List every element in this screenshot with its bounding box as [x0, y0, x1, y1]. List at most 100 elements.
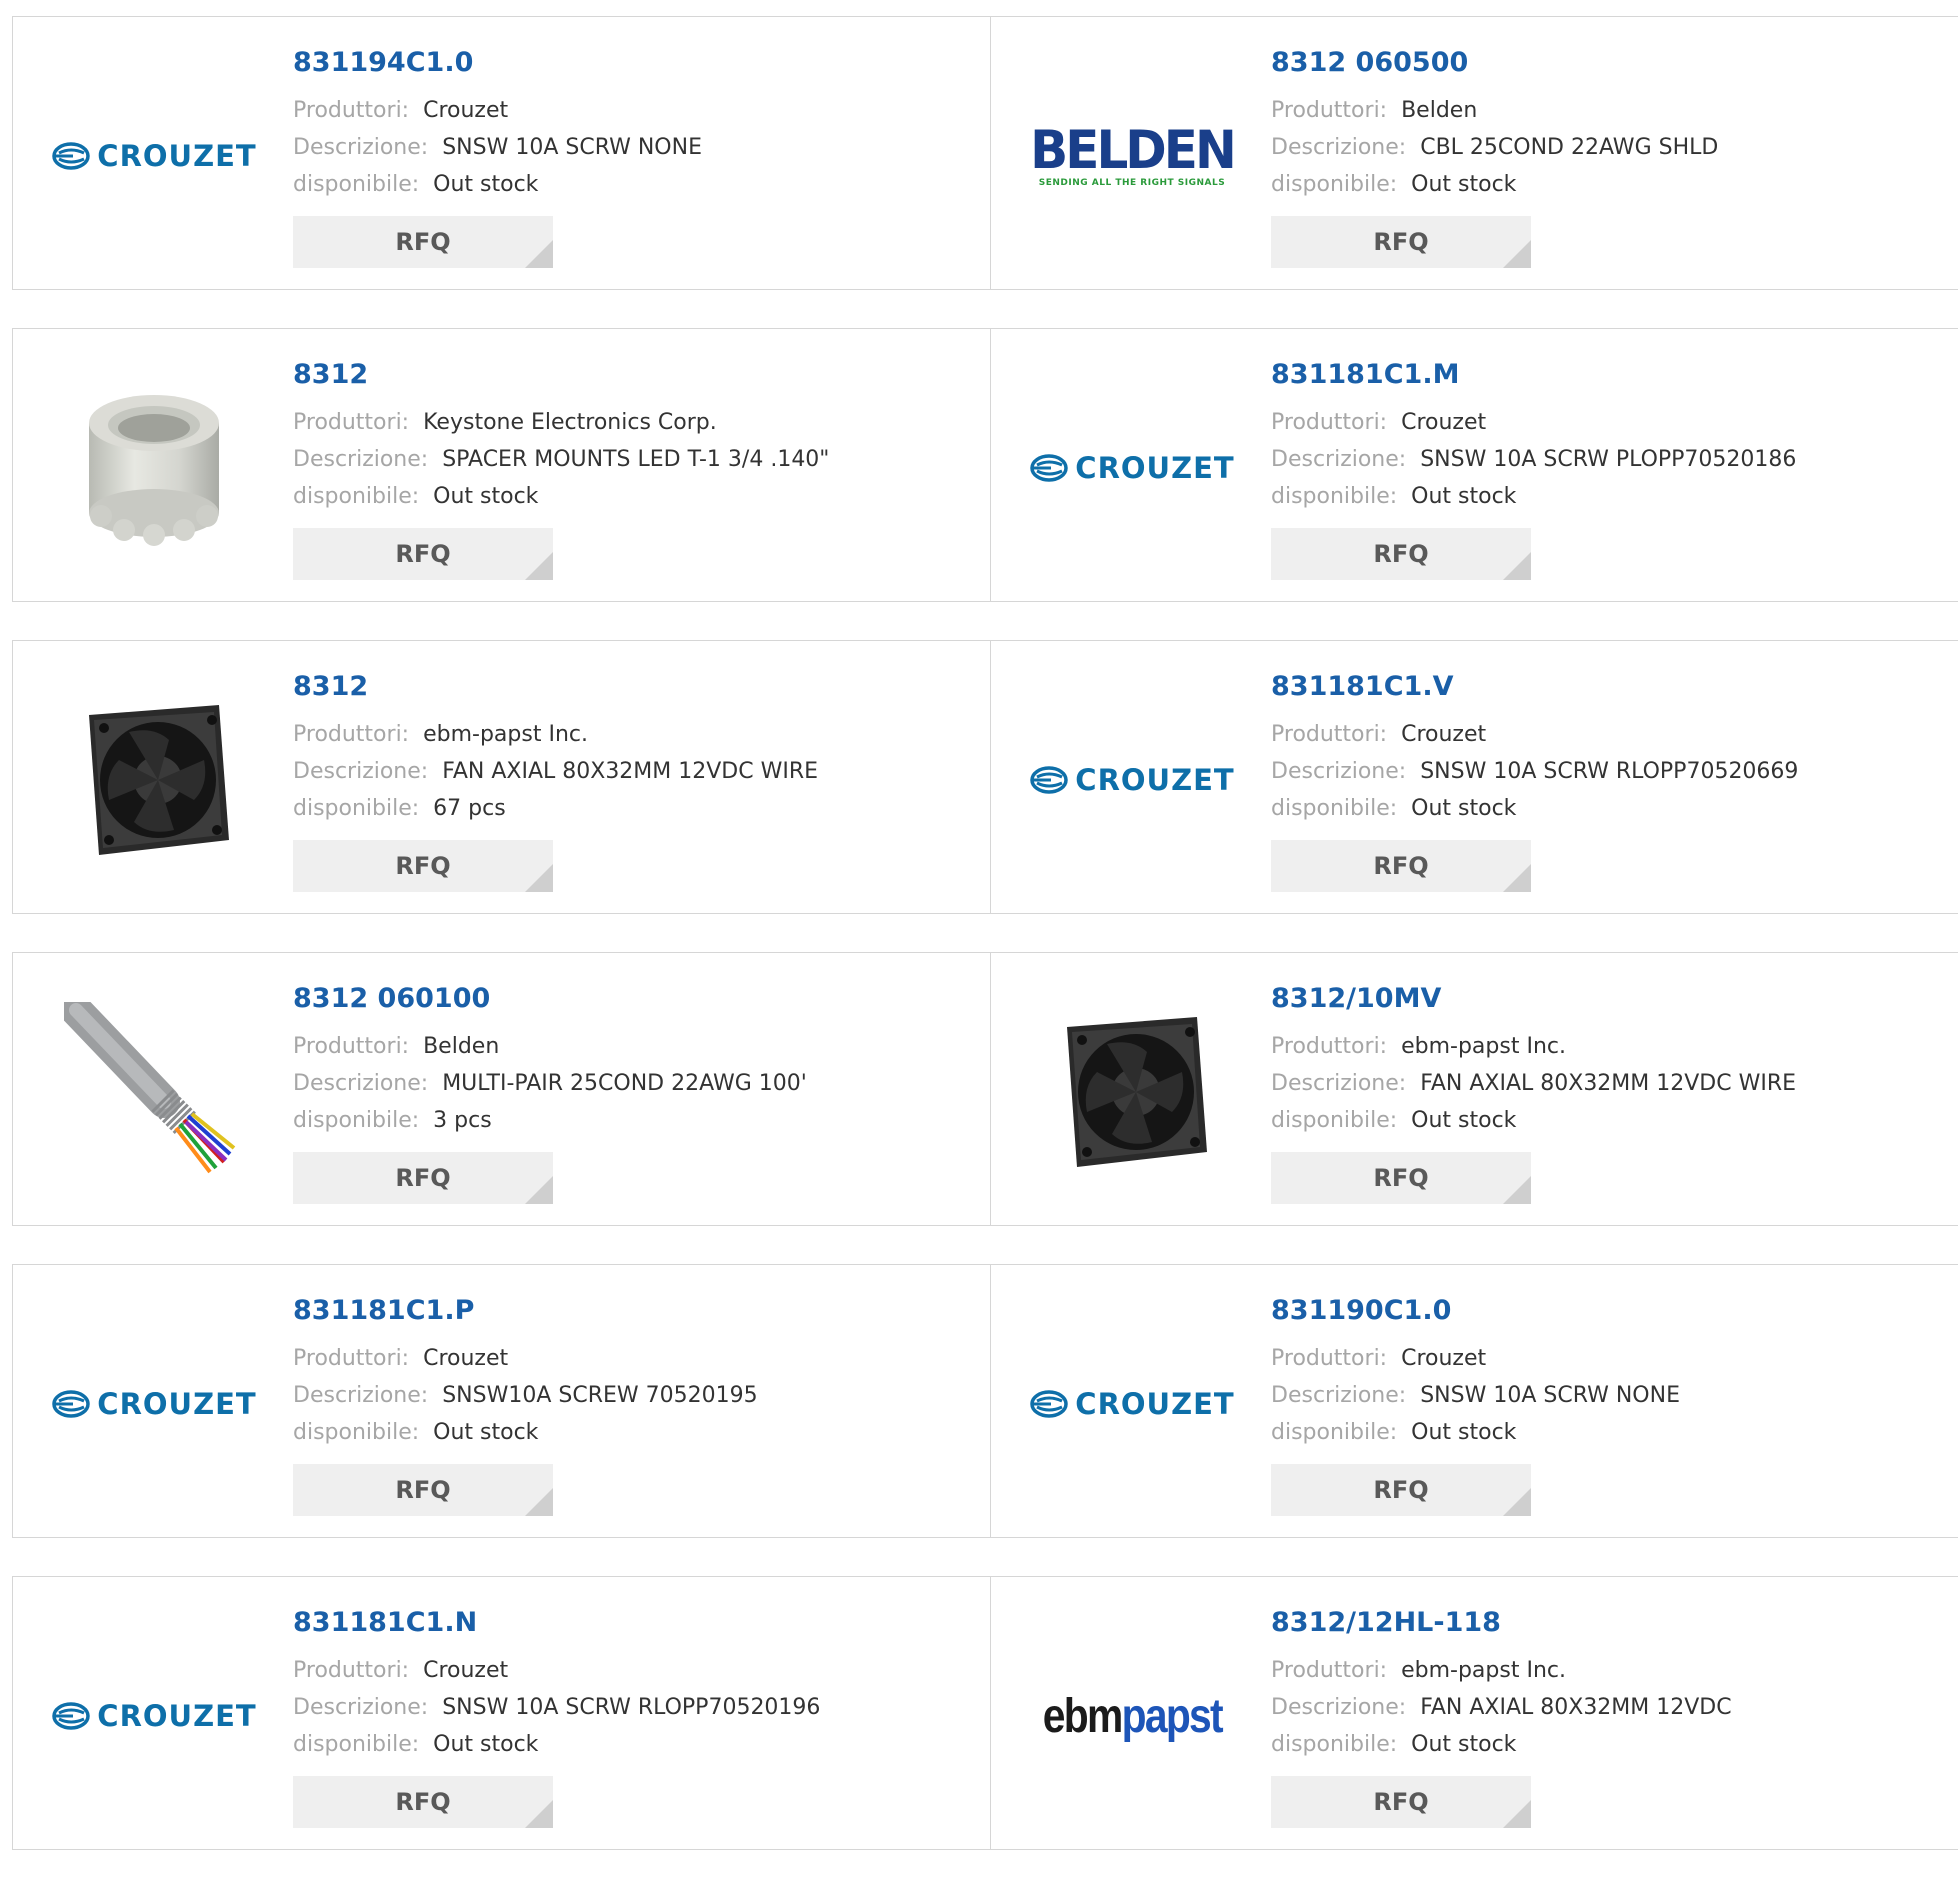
- crouzet-mark-icon: [52, 142, 91, 170]
- product-row: CROUZET 831194C1.0 Produttori: Crouzet De…: [12, 16, 1958, 292]
- availability-value: Out stock: [1411, 172, 1517, 197]
- product-thumbnail[interactable]: [51, 677, 257, 883]
- description-value: FAN AXIAL 80X32MM 12VDC: [1420, 1695, 1732, 1720]
- part-number-link[interactable]: 831181C1.V: [1271, 671, 1798, 703]
- product-info: 8312/12HL-118 Produttori: ebm-papst Inc. …: [1271, 1607, 1732, 1828]
- manufacturer-row: Produttori: ebm-papst Inc.: [1271, 1652, 1732, 1689]
- crouzet-logo: CROUZET: [1029, 763, 1234, 797]
- description-row: Descrizione: FAN AXIAL 80X32MM 12VDC WIRE: [293, 753, 818, 790]
- product-info: 831190C1.0 Produttori: Crouzet Descrizion…: [1271, 1295, 1680, 1516]
- product-thumbnail[interactable]: BELDEN SENDING ALL THE RIGHT SIGNALS: [1029, 53, 1237, 259]
- availability-value: Out stock: [1411, 796, 1517, 821]
- description-label: Descrizione:: [293, 1071, 429, 1096]
- product-card: CROUZET 831181C1.P Produttori: Crouzet De…: [12, 1264, 991, 1538]
- manufacturer-row: Produttori: ebm-papst Inc.: [1271, 1028, 1796, 1065]
- part-number-link[interactable]: 831194C1.0: [293, 47, 702, 79]
- belden-logo-text: BELDEN: [1030, 119, 1237, 181]
- product-info: 8312/10MV Produttori: ebm-papst Inc. Desc…: [1271, 983, 1796, 1204]
- description-row: Descrizione: SNSW 10A SCRW NONE: [1271, 1377, 1680, 1414]
- description-value: SNSW 10A SCRW NONE: [1420, 1383, 1680, 1408]
- crouzet-logo-text: CROUZET: [97, 1387, 257, 1421]
- rfq-button[interactable]: RFQ: [1271, 216, 1531, 268]
- crouzet-mark-icon: [52, 1390, 91, 1418]
- description-row: Descrizione: SNSW 10A SCRW RLOPP70520196: [293, 1689, 820, 1726]
- rfq-corner-decoration: [1503, 864, 1531, 892]
- rfq-button[interactable]: RFQ: [293, 1152, 553, 1204]
- part-number-link[interactable]: 831190C1.0: [1271, 1295, 1680, 1327]
- description-value: FAN AXIAL 80X32MM 12VDC WIRE: [1420, 1071, 1797, 1096]
- part-number-link[interactable]: 831181C1.P: [293, 1295, 758, 1327]
- ebmpapst-logo: ebmpapst: [1042, 1689, 1223, 1744]
- product-thumbnail[interactable]: CROUZET: [1029, 677, 1235, 883]
- product-thumbnail[interactable]: [1029, 989, 1235, 1195]
- cable-photo: [64, 1002, 236, 1174]
- product-row: 8312 Produttori: Keystone Electronics Cor…: [12, 328, 1958, 604]
- manufacturer-row: Produttori: Crouzet: [293, 1652, 820, 1689]
- availability-value: Out stock: [1411, 1108, 1517, 1133]
- part-number-link[interactable]: 8312: [293, 671, 818, 703]
- product-card: 8312/10MV Produttori: ebm-papst Inc. Desc…: [990, 952, 1958, 1226]
- rfq-button[interactable]: RFQ: [1271, 1776, 1531, 1828]
- part-number-link[interactable]: 8312: [293, 359, 829, 391]
- availability-label: disponibile:: [1271, 1732, 1398, 1757]
- product-card: CROUZET 831181C1.V Produttori: Crouzet De…: [990, 640, 1958, 914]
- manufacturer-value: Crouzet: [423, 1658, 509, 1683]
- ebm-logo-text: ebm: [1042, 1689, 1122, 1743]
- part-number-link[interactable]: 8312 060100: [293, 983, 807, 1015]
- product-thumbnail[interactable]: CROUZET: [51, 1613, 257, 1819]
- rfq-button[interactable]: RFQ: [1271, 528, 1531, 580]
- rfq-corner-decoration: [1503, 1800, 1531, 1828]
- product-grid: CROUZET 831194C1.0 Produttori: Crouzet De…: [12, 16, 1958, 1888]
- availability-label: disponibile:: [293, 1732, 420, 1757]
- rfq-button[interactable]: RFQ: [1271, 1464, 1531, 1516]
- product-thumbnail[interactable]: CROUZET: [51, 53, 257, 259]
- manufacturer-row: Produttori: Crouzet: [1271, 1340, 1680, 1377]
- part-number-link[interactable]: 8312 060500: [1271, 47, 1718, 79]
- rfq-corner-decoration: [525, 1488, 553, 1516]
- rfq-button[interactable]: RFQ: [293, 840, 553, 892]
- rfq-button[interactable]: RFQ: [1271, 840, 1531, 892]
- product-thumbnail[interactable]: ebmpapst: [1029, 1613, 1235, 1819]
- product-thumbnail[interactable]: [51, 989, 257, 1195]
- product-thumbnail[interactable]: [51, 365, 257, 571]
- rfq-label: RFQ: [395, 228, 451, 256]
- manufacturer-value: Keystone Electronics Corp.: [423, 410, 717, 435]
- product-thumbnail[interactable]: CROUZET: [51, 1301, 257, 1507]
- product-info: 831181C1.M Produttori: Crouzet Descrizion…: [1271, 359, 1796, 580]
- rfq-button[interactable]: RFQ: [293, 1464, 553, 1516]
- papst-logo-text: papst: [1121, 1689, 1223, 1743]
- manufacturer-value: ebm-papst Inc.: [1401, 1034, 1566, 1059]
- availability-label: disponibile:: [293, 1108, 420, 1133]
- product-row: CROUZET 831181C1.N Produttori: Crouzet De…: [12, 1576, 1958, 1852]
- rfq-button[interactable]: RFQ: [293, 216, 553, 268]
- availability-row: disponibile: Out stock: [293, 1726, 820, 1763]
- availability-row: disponibile: Out stock: [1271, 1102, 1796, 1139]
- product-info: 831181C1.V Produttori: Crouzet Descrizion…: [1271, 671, 1798, 892]
- manufacturer-label: Produttori:: [293, 1658, 410, 1683]
- rfq-corner-decoration: [525, 1176, 553, 1204]
- part-number-link[interactable]: 8312/10MV: [1271, 983, 1796, 1015]
- manufacturer-label: Produttori:: [293, 722, 410, 747]
- description-value: MULTI-PAIR 25COND 22AWG 100': [442, 1071, 807, 1096]
- rfq-button[interactable]: RFQ: [293, 528, 553, 580]
- availability-row: disponibile: Out stock: [293, 1414, 758, 1451]
- rfq-corner-decoration: [525, 240, 553, 268]
- part-number-link[interactable]: 831181C1.N: [293, 1607, 820, 1639]
- manufacturer-value: Belden: [1401, 98, 1478, 123]
- product-info: 8312 Produttori: Keystone Electronics Cor…: [293, 359, 829, 580]
- rfq-button[interactable]: RFQ: [293, 1776, 553, 1828]
- part-number-link[interactable]: 8312/12HL-118: [1271, 1607, 1732, 1639]
- product-thumbnail[interactable]: CROUZET: [1029, 1301, 1235, 1507]
- product-card: BELDEN SENDING ALL THE RIGHT SIGNALS 831…: [990, 16, 1958, 290]
- product-thumbnail[interactable]: CROUZET: [1029, 365, 1235, 571]
- manufacturer-value: Crouzet: [423, 1346, 509, 1371]
- rfq-button[interactable]: RFQ: [1271, 1152, 1531, 1204]
- fan-photo: [89, 705, 229, 855]
- description-row: Descrizione: CBL 25COND 22AWG SHLD: [1271, 129, 1718, 166]
- availability-value: Out stock: [1411, 484, 1517, 509]
- product-info: 8312 060500 Produttori: Belden Descrizion…: [1271, 47, 1718, 268]
- description-value: CBL 25COND 22AWG SHLD: [1420, 135, 1719, 160]
- part-number-link[interactable]: 831181C1.M: [1271, 359, 1796, 391]
- manufacturer-row: Produttori: Crouzet: [293, 1340, 758, 1377]
- availability-label: disponibile:: [293, 796, 420, 821]
